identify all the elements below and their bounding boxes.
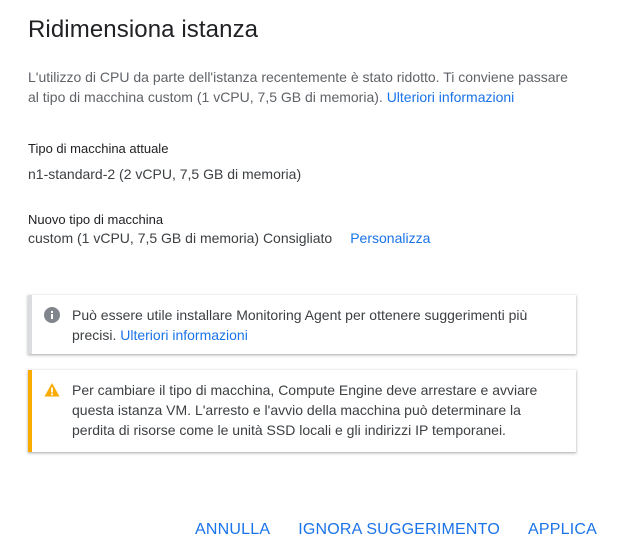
monitoring-agent-callout: Può essere utile installare Monitoring A… bbox=[28, 295, 576, 354]
warning-callout-text: Per cambiare il tipo di macchina, Comput… bbox=[72, 382, 538, 438]
dialog-title: Ridimensiona istanza bbox=[28, 16, 259, 43]
ignore-suggestion-button[interactable]: IGNORA SUGGERIMENTO bbox=[284, 519, 514, 541]
dialog-actions: ANNULLA IGNORA SUGGERIMENTO APPLICA bbox=[181, 519, 611, 541]
new-machine-label: Nuovo tipo di macchina bbox=[28, 212, 164, 227]
new-machine-row: custom (1 vCPU, 7,5 GB di memoria) Consi… bbox=[28, 230, 430, 246]
current-machine-value: n1-standard-2 (2 vCPU, 7,5 GB di memoria… bbox=[28, 166, 302, 182]
learn-more-link[interactable]: Ulteriori informazioni bbox=[387, 89, 515, 105]
new-machine-value: custom (1 vCPU, 7,5 GB di memoria) Consi… bbox=[28, 230, 333, 246]
machine-change-warning: Per cambiare il tipo di macchina, Comput… bbox=[28, 370, 576, 452]
dialog-description: L'utilizzo di CPU da parte dell'istanza … bbox=[28, 67, 568, 107]
apply-button[interactable]: APPLICA bbox=[514, 519, 611, 541]
customize-link[interactable]: Personalizza bbox=[350, 230, 430, 246]
info-icon bbox=[44, 307, 60, 323]
warning-icon bbox=[44, 383, 60, 397]
info-learn-more-link[interactable]: Ulteriori informazioni bbox=[120, 327, 248, 343]
current-machine-label: Tipo di macchina attuale bbox=[28, 141, 169, 156]
cancel-button[interactable]: ANNULLA bbox=[181, 519, 284, 541]
